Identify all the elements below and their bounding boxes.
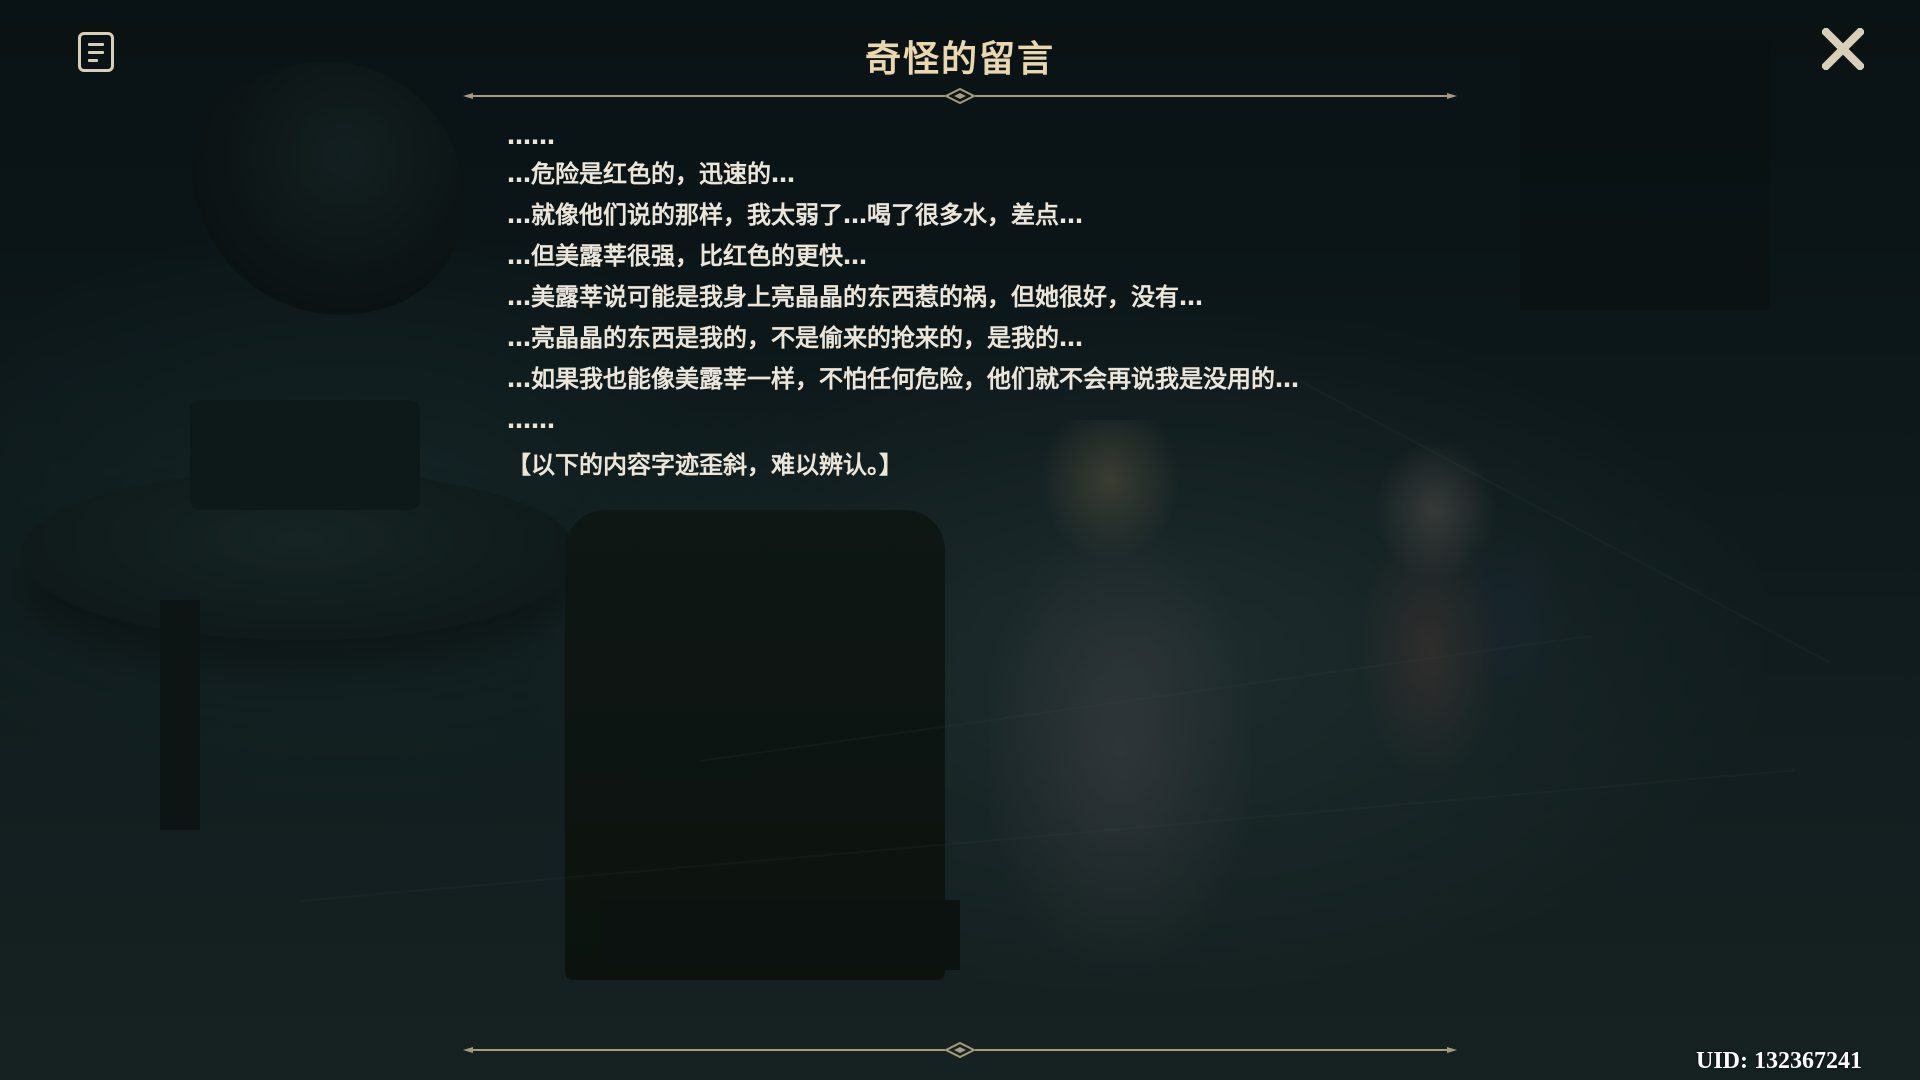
note-line: …危险是红色的，迅速的…: [507, 160, 795, 188]
note-line: …美露莘说可能是我身上亮晶晶的东西惹的祸，但她很好，没有…: [507, 283, 1203, 311]
note-line: ……: [507, 122, 555, 150]
note-body: …… …危险是红色的，迅速的… …就像他们说的那样，我太弱了…喝了很多水，差点……: [507, 118, 1467, 486]
title-divider: [463, 86, 1457, 106]
close-button[interactable]: [1822, 28, 1864, 70]
bottom-divider: [463, 1040, 1457, 1060]
game-screen: 奇怪的留言 …… …危险是红色的，迅速的… …就像他们说的那样，我太弱了…喝了很…: [0, 0, 1920, 1080]
note-line: …就像他们说的那样，我太弱了…喝了很多水，差点…: [507, 201, 1083, 229]
close-x-icon: [1822, 28, 1864, 70]
note-line: …亮晶晶的东西是我的，不是偷来的抢来的，是我的…: [507, 324, 1083, 352]
page-title: 奇怪的留言: [864, 39, 1055, 80]
uid-label: UID: 132367241: [1696, 1048, 1862, 1074]
note-line: …但美露莘很强，比红色的更快…: [507, 242, 867, 270]
note-line: …如果我也能像美露莘一样，不怕任何危险，他们就不会再说我是没用的…: [507, 365, 1299, 393]
note-line: ……: [507, 406, 555, 434]
note-illegible-notice: 【以下的内容字迹歪斜，难以辨认。】: [507, 451, 903, 479]
